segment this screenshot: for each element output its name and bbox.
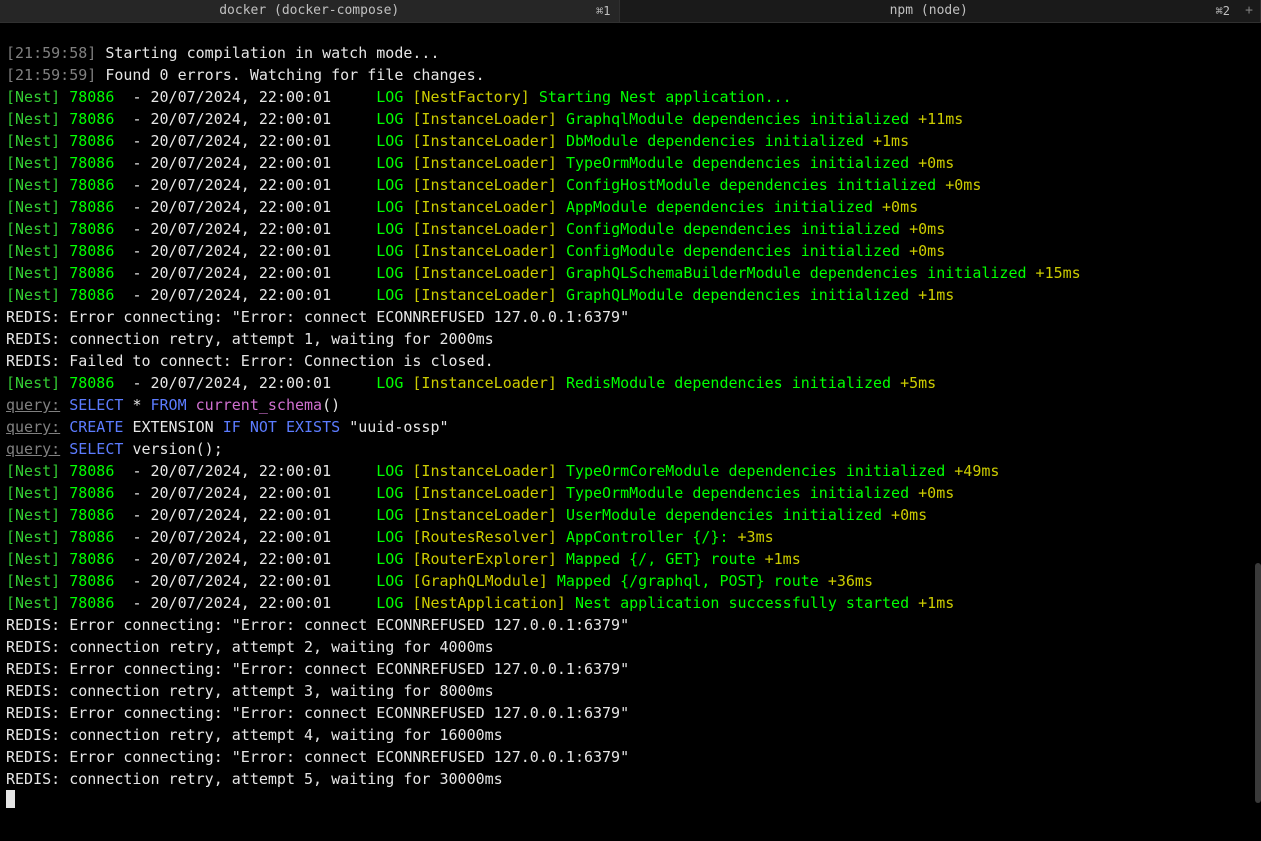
terminal-line: [Nest] 78086 - 20/07/2024, 22:00:01 LOG … xyxy=(6,548,1255,570)
terminal-line: [21:59:58] Starting compilation in watch… xyxy=(6,42,1255,64)
terminal-line: [Nest] 78086 - 20/07/2024, 22:00:01 LOG … xyxy=(6,130,1255,152)
terminal-line: [Nest] 78086 - 20/07/2024, 22:00:01 LOG … xyxy=(6,284,1255,306)
scrollbar-thumb[interactable] xyxy=(1255,563,1261,803)
terminal-line: REDIS: Error connecting: "Error: connect… xyxy=(6,702,1255,724)
tab-hotkey-badge: ⌘2 xyxy=(1216,0,1230,22)
tab-docker[interactable]: docker (docker-compose) ⌘1 xyxy=(0,0,620,22)
terminal-line: [Nest] 78086 - 20/07/2024, 22:00:01 LOG … xyxy=(6,262,1255,284)
terminal-line: [Nest] 78086 - 20/07/2024, 22:00:01 LOG … xyxy=(6,240,1255,262)
terminal-line: [Nest] 78086 - 20/07/2024, 22:00:01 LOG … xyxy=(6,174,1255,196)
terminal-line: [Nest] 78086 - 20/07/2024, 22:00:01 LOG … xyxy=(6,592,1255,614)
terminal-line: query: CREATE EXTENSION IF NOT EXISTS "u… xyxy=(6,416,1255,438)
terminal-line: [Nest] 78086 - 20/07/2024, 22:00:01 LOG … xyxy=(6,152,1255,174)
terminal-line: [21:59:59] Found 0 errors. Watching for … xyxy=(6,64,1255,86)
terminal-line xyxy=(6,790,1255,812)
tab-title: npm (node) xyxy=(890,0,968,22)
terminal-line: [Nest] 78086 - 20/07/2024, 22:00:01 LOG … xyxy=(6,526,1255,548)
terminal-line: REDIS: connection retry, attempt 1, wait… xyxy=(6,328,1255,350)
terminal-line: [Nest] 78086 - 20/07/2024, 22:00:01 LOG … xyxy=(6,460,1255,482)
terminal-line: REDIS: connection retry, attempt 3, wait… xyxy=(6,680,1255,702)
scrollbar[interactable] xyxy=(1255,23,1261,841)
terminal-line: query: SELECT version(); xyxy=(6,438,1255,460)
terminal-line: REDIS: Error connecting: "Error: connect… xyxy=(6,306,1255,328)
terminal-line: REDIS: Error connecting: "Error: connect… xyxy=(6,746,1255,768)
terminal-line: REDIS: connection retry, attempt 2, wait… xyxy=(6,636,1255,658)
cursor xyxy=(6,790,15,808)
terminal-line: query: SELECT * FROM current_schema() xyxy=(6,394,1255,416)
terminal-output[interactable]: [21:59:58] Starting compilation in watch… xyxy=(0,38,1261,818)
terminal-line: [Nest] 78086 - 20/07/2024, 22:00:01 LOG … xyxy=(6,372,1255,394)
terminal-line: REDIS: Failed to connect: Error: Connect… xyxy=(6,350,1255,372)
tab-npm[interactable]: npm (node) ⌘2 xyxy=(620,0,1239,22)
terminal-line: REDIS: Error connecting: "Error: connect… xyxy=(6,658,1255,680)
terminal-line: [Nest] 78086 - 20/07/2024, 22:00:01 LOG … xyxy=(6,218,1255,240)
add-tab-button[interactable]: + xyxy=(1238,0,1261,22)
terminal-line: [Nest] 78086 - 20/07/2024, 22:00:01 LOG … xyxy=(6,86,1255,108)
terminal-line: [Nest] 78086 - 20/07/2024, 22:00:01 LOG … xyxy=(6,196,1255,218)
terminal-line: [Nest] 78086 - 20/07/2024, 22:00:01 LOG … xyxy=(6,504,1255,526)
terminal-line: REDIS: connection retry, attempt 4, wait… xyxy=(6,724,1255,746)
terminal-line: REDIS: connection retry, attempt 5, wait… xyxy=(6,768,1255,790)
terminal-line: [Nest] 78086 - 20/07/2024, 22:00:01 LOG … xyxy=(6,570,1255,592)
terminal-line: [Nest] 78086 - 20/07/2024, 22:00:01 LOG … xyxy=(6,108,1255,130)
tab-title: docker (docker-compose) xyxy=(219,0,399,22)
terminal-line: REDIS: Error connecting: "Error: connect… xyxy=(6,614,1255,636)
tab-hotkey-badge: ⌘1 xyxy=(596,0,610,22)
terminal-line: [Nest] 78086 - 20/07/2024, 22:00:01 LOG … xyxy=(6,482,1255,504)
tab-bar: docker (docker-compose) ⌘1 npm (node) ⌘2… xyxy=(0,0,1261,23)
